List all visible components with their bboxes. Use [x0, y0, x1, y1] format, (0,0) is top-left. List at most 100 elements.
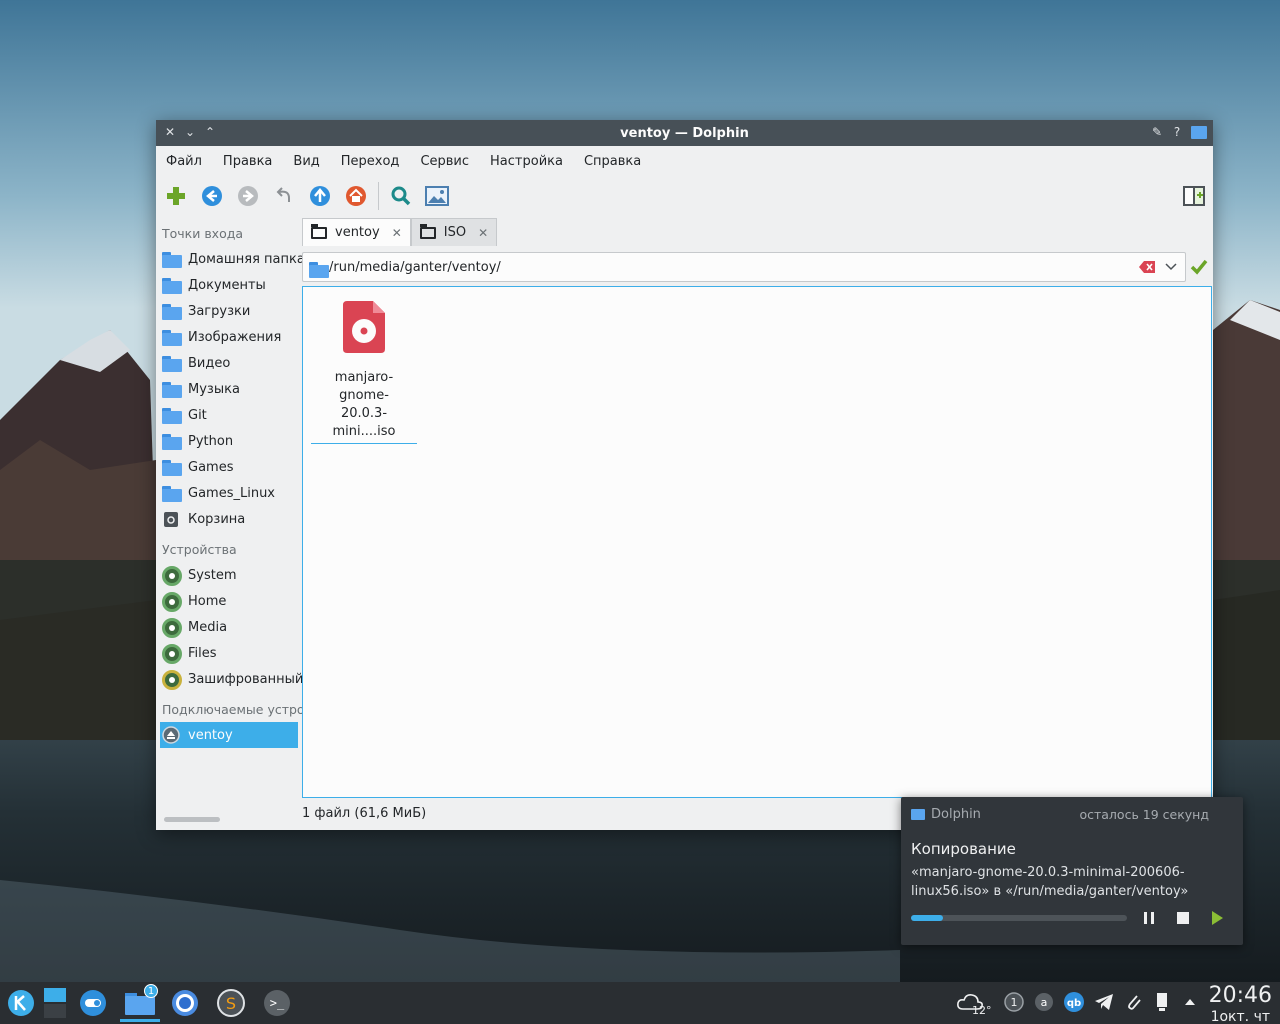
place-music[interactable]: Музыка: [156, 376, 302, 402]
kde-launcher-icon[interactable]: [6, 988, 36, 1018]
toolbar: [156, 176, 1213, 216]
location-input[interactable]: /run/media/ganter/ventoy/: [329, 260, 1139, 275]
disc-image-file-icon: [343, 301, 385, 353]
weather-icon[interactable]: 12°: [952, 990, 992, 1017]
tray-expand-icon[interactable]: [1178, 990, 1202, 1014]
pictures-folder-icon: [162, 328, 182, 346]
folder-icon: [162, 484, 182, 502]
sidebar-scrollbar[interactable]: [164, 817, 220, 822]
place-games-linux[interactable]: Games_Linux: [156, 480, 302, 506]
music-folder-icon: [162, 380, 182, 398]
undo-icon[interactable]: [272, 184, 296, 208]
device-files[interactable]: Files: [156, 640, 302, 666]
device-encrypted[interactable]: Зашифрованный: [156, 666, 302, 692]
svg-text:qb: qb: [1067, 998, 1081, 1009]
alt-icon[interactable]: a: [1032, 990, 1056, 1014]
toolbar-separator: [378, 182, 379, 210]
up-icon[interactable]: [308, 184, 332, 208]
weather-temp: 12°: [972, 1004, 992, 1017]
pause-icon[interactable]: [1141, 910, 1157, 926]
notification-time-left: осталось 19 секунд: [1079, 807, 1209, 822]
clear-icon[interactable]: [1139, 261, 1155, 273]
window-title: ventoy — Dolphin: [620, 125, 749, 141]
digital-clock[interactable]: 20:46 1окт. чт: [1209, 983, 1272, 1024]
task-badge: 1: [144, 984, 158, 998]
folder-icon: [311, 223, 327, 239]
menu-view[interactable]: Вид: [293, 154, 319, 169]
location-bar[interactable]: /run/media/ganter/ventoy/: [302, 252, 1186, 282]
minimize-icon[interactable]: ⌄: [184, 124, 196, 140]
tab-iso[interactable]: ISO ✕: [410, 218, 498, 246]
status-bar-text: 1 файл (61,6 МиБ): [302, 806, 427, 821]
updates-icon[interactable]: 1: [1002, 990, 1026, 1014]
place-trash[interactable]: Корзина: [156, 506, 302, 532]
file-item[interactable]: manjaro-gnome- 20.0.3-mini....iso: [311, 301, 417, 444]
home-icon[interactable]: [344, 184, 368, 208]
copy-notification[interactable]: Dolphin осталось 19 секунд Копирование «…: [901, 797, 1243, 945]
place-games[interactable]: Games: [156, 454, 302, 480]
menu-help[interactable]: Справка: [584, 154, 641, 169]
trash-icon: [162, 510, 182, 528]
place-python[interactable]: Python: [156, 428, 302, 454]
notification-title: Копирование: [911, 840, 1016, 858]
stop-icon[interactable]: [1175, 910, 1191, 926]
eject-icon: [162, 726, 182, 744]
forward-icon[interactable]: [236, 184, 260, 208]
menu-go[interactable]: Переход: [341, 154, 400, 169]
places-header: Точки входа: [162, 226, 244, 241]
chromium-icon[interactable]: [170, 988, 200, 1018]
close-tab-icon[interactable]: ✕: [392, 226, 402, 240]
help-icon[interactable]: ?: [1171, 124, 1183, 140]
menubar: Файл Правка Вид Переход Сервис Настройка…: [156, 146, 1213, 176]
maximize-icon[interactable]: ⌃: [204, 124, 216, 140]
close-tab-icon[interactable]: ✕: [478, 226, 488, 240]
menu-tools[interactable]: Сервис: [420, 154, 469, 169]
notification-app: Dolphin: [911, 807, 981, 822]
place-home[interactable]: Домашняя папка: [156, 246, 302, 272]
file-view[interactable]: manjaro-gnome- 20.0.3-mini....iso: [302, 286, 1212, 798]
qbittorrent-icon[interactable]: qb: [1062, 990, 1086, 1014]
folder-icon: [162, 458, 182, 476]
telegram-icon[interactable]: [1092, 990, 1116, 1014]
device-media[interactable]: Media: [156, 614, 302, 640]
preview-image-icon[interactable]: [425, 184, 449, 208]
back-icon[interactable]: [200, 184, 224, 208]
toggle-app-icon[interactable]: [78, 988, 108, 1018]
place-git[interactable]: Git: [156, 402, 302, 428]
titlebar[interactable]: ✕ ⌄ ⌃ ventoy — Dolphin ✎ ?: [156, 120, 1213, 146]
split-view-icon[interactable]: [1183, 186, 1205, 206]
play-icon[interactable]: [1209, 910, 1225, 926]
device-system[interactable]: System: [156, 562, 302, 588]
confirm-location-icon[interactable]: [1190, 258, 1208, 276]
new-tab-plus-icon[interactable]: [164, 184, 188, 208]
clipboard-icon[interactable]: [1122, 990, 1146, 1014]
sublime-icon[interactable]: S: [216, 988, 246, 1018]
drive-icon: [162, 566, 182, 586]
tab-ventoy[interactable]: ventoy ✕: [302, 218, 411, 246]
app-folder-icon: [1191, 125, 1207, 139]
place-downloads[interactable]: Загрузки: [156, 298, 302, 324]
device-notifier-icon[interactable]: [1150, 990, 1174, 1014]
removable-header: Подключаемые устро: [162, 702, 302, 717]
device-home[interactable]: Home: [156, 588, 302, 614]
menu-settings[interactable]: Настройка: [490, 154, 563, 169]
terminal-icon[interactable]: >_: [262, 988, 292, 1018]
close-icon[interactable]: ✕: [164, 124, 176, 140]
pin-icon[interactable]: ✎: [1151, 124, 1163, 140]
menu-edit[interactable]: Правка: [223, 154, 272, 169]
device-ventoy[interactable]: ventoy: [160, 722, 298, 748]
search-icon[interactable]: [389, 184, 413, 208]
dolphin-task[interactable]: 1: [120, 984, 160, 1022]
progress-fill: [911, 915, 944, 921]
menu-file[interactable]: Файл: [166, 154, 202, 169]
place-videos[interactable]: Видео: [156, 350, 302, 376]
documents-folder-icon: [162, 276, 182, 294]
place-pictures[interactable]: Изображения: [156, 324, 302, 350]
history-dropdown-icon[interactable]: [1165, 260, 1179, 275]
devices-header: Устройства: [162, 542, 237, 557]
pager-icon[interactable]: [42, 988, 68, 1018]
folder-icon: [911, 809, 925, 820]
place-documents[interactable]: Документы: [156, 272, 302, 298]
folder-icon: [419, 223, 436, 239]
taskbar: 1 S >_ 12° 1 a qb 20:46 1окт. чт: [0, 982, 1280, 1024]
